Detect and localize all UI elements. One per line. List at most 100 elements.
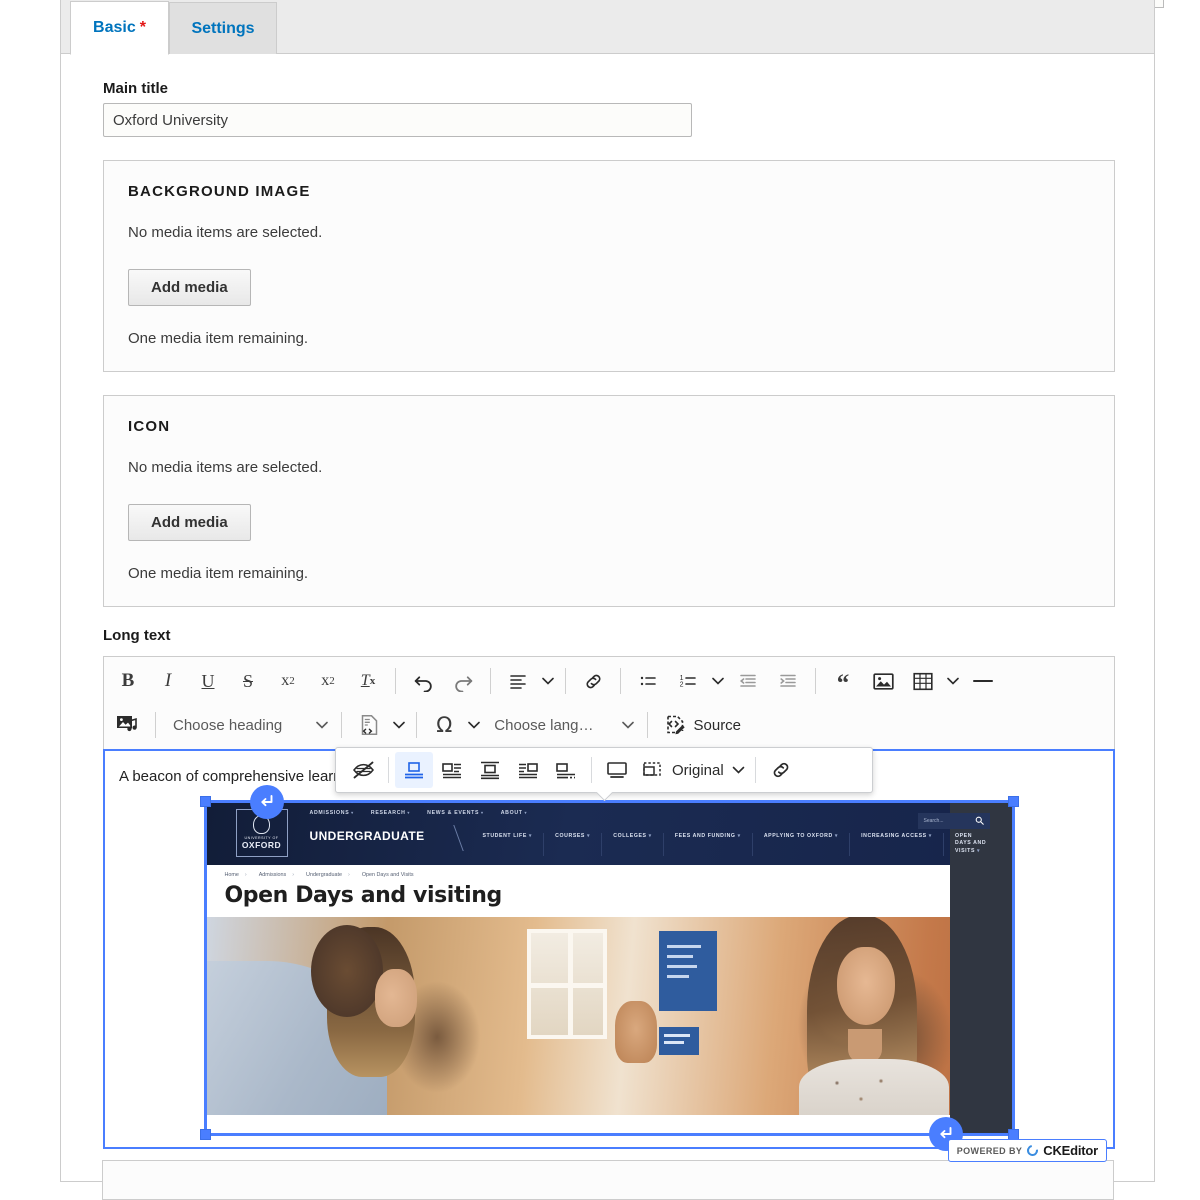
link-icon[interactable] bbox=[573, 661, 613, 701]
balloon-pointer bbox=[595, 792, 613, 801]
increase-indent-icon[interactable] bbox=[768, 661, 808, 701]
search-icon bbox=[975, 816, 984, 825]
icon-empty-text: No media items are selected. bbox=[128, 459, 323, 476]
top-nav-item: ABOUT bbox=[501, 810, 527, 816]
tab-basic-label: Basic bbox=[93, 19, 136, 36]
form-body: Main title BACKGROUND IMAGE No media ite… bbox=[61, 54, 1154, 1162]
sub-nav-item: COLLEGES bbox=[601, 832, 663, 856]
resize-handle-top-right[interactable] bbox=[1007, 795, 1019, 807]
image-link-icon[interactable] bbox=[762, 752, 800, 788]
section-divider bbox=[431, 824, 464, 851]
bulleted-list-icon[interactable] bbox=[628, 661, 668, 701]
special-characters-icon[interactable]: Ω bbox=[424, 705, 464, 745]
resize-handle-top-left[interactable] bbox=[199, 795, 211, 807]
resize-image-icon bbox=[643, 762, 661, 776]
toolbar-separator bbox=[565, 668, 566, 694]
main-title-input[interactable] bbox=[103, 103, 692, 137]
toolbar-separator bbox=[646, 712, 648, 738]
source-button[interactable]: Source bbox=[655, 705, 752, 745]
toolbar-separator bbox=[395, 668, 396, 694]
insert-table-icon[interactable] bbox=[903, 661, 943, 701]
image-align-left-icon[interactable] bbox=[509, 752, 547, 788]
redo-icon[interactable] bbox=[443, 661, 483, 701]
background-image-panel: BACKGROUND IMAGE No media items are sele… bbox=[103, 160, 1115, 372]
heading-dropdown[interactable]: Choose heading bbox=[163, 705, 334, 745]
embedded-image: UNIVERSITY OF OXFORD ADMISSIONS RESEARCH… bbox=[206, 802, 1012, 1133]
resize-handle-bottom-left[interactable] bbox=[199, 1128, 211, 1140]
numbered-list-icon[interactable]: 1 2 bbox=[668, 661, 708, 701]
background-image-heading: BACKGROUND IMAGE bbox=[128, 183, 311, 200]
special-characters-chevron-down-icon[interactable] bbox=[464, 705, 484, 745]
image-full-width-icon[interactable] bbox=[598, 752, 636, 788]
list-properties-chevron-down-icon[interactable] bbox=[708, 661, 728, 701]
oxford-section-label: UNDERGRADUATE bbox=[309, 828, 425, 843]
tab-settings[interactable]: Settings bbox=[169, 2, 277, 54]
long-text-label: Long text bbox=[103, 627, 171, 644]
oxford-search-placeholder: Search... bbox=[923, 817, 944, 824]
image-resize-label: Original bbox=[672, 761, 724, 779]
sub-nav-item: COURSES bbox=[543, 832, 601, 856]
image-inline-icon[interactable] bbox=[395, 752, 433, 788]
sub-nav-item: FEES AND FUNDING bbox=[662, 832, 752, 856]
ckeditor-editable-area[interactable]: A beacon of comprehensive learning, Oxfo… bbox=[103, 749, 1115, 1162]
block-quote-icon[interactable]: “ bbox=[823, 661, 863, 701]
icon-add-media-button[interactable]: Add media bbox=[128, 504, 251, 541]
undo-icon[interactable] bbox=[403, 661, 443, 701]
sub-nav-item: OPEN DAYS AND VISITS bbox=[942, 832, 1001, 856]
media-library-icon[interactable] bbox=[108, 705, 148, 745]
italic-icon[interactable]: I bbox=[148, 661, 188, 701]
insert-paragraph-before-button[interactable] bbox=[249, 784, 284, 819]
top-nav-item: NEWS & EVENTS bbox=[427, 810, 484, 816]
powered-by-ckeditor-badge[interactable]: POWERED BY CKEditor bbox=[947, 1139, 1107, 1162]
image-align-right-icon[interactable] bbox=[547, 752, 585, 788]
image-wrap-text-icon[interactable] bbox=[433, 752, 471, 788]
code-block-chevron-down-icon[interactable] bbox=[389, 705, 409, 745]
superscript-icon[interactable]: x2 bbox=[268, 661, 308, 701]
icon-remaining-text: One media item remaining. bbox=[128, 565, 309, 582]
image-resize-chevron-down-icon bbox=[732, 766, 744, 774]
image-resize-dropdown[interactable]: Original bbox=[636, 752, 749, 788]
text-alignment-icon[interactable] bbox=[498, 661, 538, 701]
bold-icon[interactable]: B bbox=[108, 661, 148, 701]
subscript-icon[interactable]: x2 bbox=[308, 661, 348, 701]
balloon-separator bbox=[388, 757, 389, 783]
code-block-icon[interactable] bbox=[349, 705, 389, 745]
top-nav-item: ADMISSIONS bbox=[310, 810, 354, 816]
insert-image-icon[interactable] bbox=[863, 661, 903, 701]
ckeditor-logo-icon bbox=[1025, 1142, 1041, 1159]
horizontal-line-icon[interactable] bbox=[963, 661, 1003, 701]
underline-icon[interactable]: U bbox=[188, 661, 228, 701]
heading-chevron-down-icon bbox=[316, 721, 329, 729]
table-options-chevron-down-icon[interactable] bbox=[943, 661, 963, 701]
crest-oxford: OXFORD bbox=[241, 840, 282, 850]
icon-heading: ICON bbox=[128, 418, 171, 435]
form-tab-bar: Basic * Settings bbox=[61, 0, 1154, 55]
oxford-top-nav: ADMISSIONS RESEARCH NEWS & EVENTS ABOUT bbox=[310, 810, 528, 816]
source-icon bbox=[666, 715, 685, 735]
image-break-text-icon[interactable] bbox=[471, 752, 509, 788]
image-widget[interactable]: UNIVERSITY OF OXFORD ADMISSIONS RESEARCH… bbox=[199, 784, 1019, 1151]
language-dropdown-label: Choose lang… bbox=[494, 716, 594, 734]
decrease-indent-icon[interactable] bbox=[728, 661, 768, 701]
strikethrough-icon[interactable]: S bbox=[228, 661, 268, 701]
ckeditor-toolbar-row-2: Choose heading Ω Choose lang… Source bbox=[108, 703, 1110, 747]
resize-handle-bottom-right[interactable] bbox=[1007, 1128, 1019, 1140]
image-balloon-toolbar: Original bbox=[335, 747, 873, 793]
svg-text:2: 2 bbox=[680, 681, 684, 688]
top-nav-item: RESEARCH bbox=[371, 810, 410, 816]
balloon-separator bbox=[591, 757, 592, 783]
tab-settings-label: Settings bbox=[191, 19, 255, 37]
remove-format-icon[interactable]: Tx bbox=[348, 661, 388, 701]
text-alignment-chevron-down-icon[interactable] bbox=[538, 661, 558, 701]
tab-basic[interactable]: Basic * bbox=[70, 1, 169, 55]
toggle-caption-off-icon[interactable] bbox=[344, 752, 382, 788]
language-dropdown[interactable]: Choose lang… bbox=[484, 705, 639, 745]
oxford-search-box: Search... bbox=[917, 812, 990, 829]
next-section-panel bbox=[102, 1160, 1114, 1200]
powered-by-label: POWERED BY bbox=[956, 1145, 1023, 1156]
ckeditor-toolbar-row-1: B I U S x2 x2 Tx 1 2 “ bbox=[108, 659, 1110, 703]
background-image-add-media-button[interactable]: Add media bbox=[128, 269, 251, 306]
oxford-sub-nav: STUDENT LIFE COURSES COLLEGES FEES AND F… bbox=[472, 832, 1001, 856]
ckeditor-toolbar: B I U S x2 x2 Tx 1 2 “ Choose heading Ω … bbox=[103, 656, 1115, 749]
background-image-empty-text: No media items are selected. bbox=[128, 224, 323, 241]
